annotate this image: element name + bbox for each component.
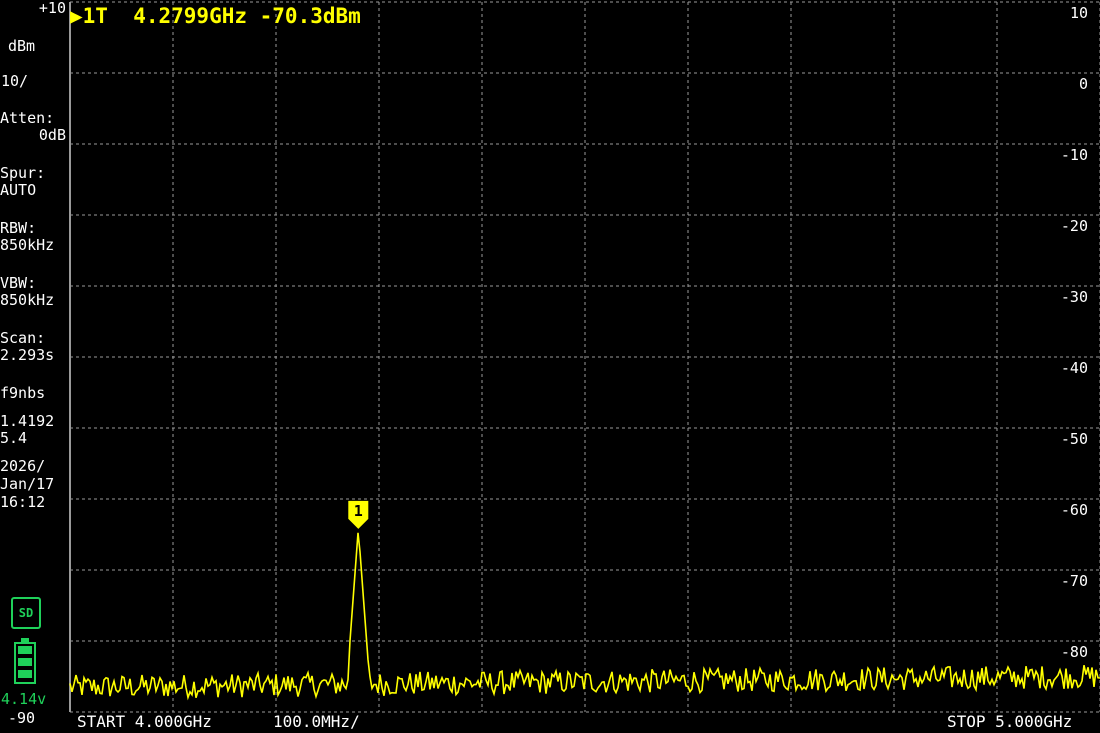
scale-label[interactable]: 10/ bbox=[1, 73, 28, 90]
y-tick-label: -80 bbox=[1060, 643, 1088, 661]
y-tick-label: -70 bbox=[1060, 572, 1088, 590]
span-per-division[interactable]: 100.0MHz/ bbox=[273, 712, 360, 731]
vbw-label: VBW: bbox=[0, 274, 37, 292]
unit-label: dBm bbox=[8, 37, 36, 55]
spectrum-analyzer-screen: 1 ▶1T 4.2799GHz -70.3dBm +10 dBm 10/ Att… bbox=[0, 0, 1100, 733]
sd-label: SD bbox=[18, 606, 34, 620]
y-tick-label: -60 bbox=[1060, 501, 1088, 519]
marker-1-flag[interactable]: 1 bbox=[348, 500, 369, 529]
rbw-label: RBW: bbox=[0, 219, 37, 237]
version-line-1: 1.4192 bbox=[0, 412, 55, 430]
y-tick-label: -40 bbox=[1060, 359, 1088, 377]
scan-label: Scan: bbox=[0, 329, 46, 347]
time-label: 16:12 bbox=[0, 493, 46, 511]
stop-frequency[interactable]: STOP 5.000GHz bbox=[947, 712, 1072, 731]
y-tick-label: -20 bbox=[1060, 217, 1088, 235]
spur-label: Spur: bbox=[0, 164, 46, 182]
spectrum-plot: 1 bbox=[69, 1, 1100, 713]
date-year: 2026/ bbox=[0, 457, 46, 475]
rbw-value[interactable]: 850kHz bbox=[0, 237, 54, 254]
y-tick-label: -50 bbox=[1060, 430, 1088, 448]
ref-level[interactable]: +10 bbox=[0, 0, 66, 17]
version-line-2: 5.4 bbox=[0, 429, 28, 447]
y-tick-label: -10 bbox=[1060, 146, 1088, 164]
user-label: f9nbs bbox=[0, 384, 46, 402]
battery-voltage: 4.14v bbox=[1, 690, 47, 708]
sd-card-icon[interactable]: SD bbox=[11, 597, 41, 629]
atten-value[interactable]: 0dB bbox=[0, 127, 66, 144]
spur-value[interactable]: AUTO bbox=[0, 182, 36, 199]
grid bbox=[69, 1, 1100, 713]
marker-readout[interactable]: ▶1T 4.2799GHz -70.3dBm bbox=[70, 4, 361, 28]
start-frequency[interactable]: START 4.000GHz bbox=[77, 712, 212, 731]
battery-icon bbox=[14, 638, 36, 684]
y-tick-label: 10 bbox=[1069, 4, 1088, 22]
scan-value[interactable]: 2.293s bbox=[0, 347, 54, 364]
vbw-value[interactable]: 850kHz bbox=[0, 292, 54, 309]
y-tick-label: -30 bbox=[1060, 288, 1088, 306]
svg-text:1: 1 bbox=[354, 502, 363, 520]
y-tick-label: 0 bbox=[1078, 75, 1088, 93]
atten-label: Atten: bbox=[0, 109, 55, 127]
bottom-level: -90 bbox=[8, 709, 36, 727]
date-day: Jan/17 bbox=[0, 475, 55, 493]
